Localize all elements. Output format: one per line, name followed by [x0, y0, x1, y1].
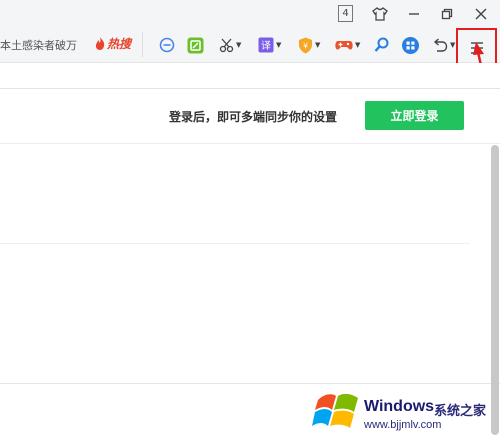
flame-icon [95, 37, 105, 50]
toolbar: 本土感染者破万 热搜 ▼ 译 ▼ ¥ ▼ ▼ ▼ [0, 28, 500, 63]
undo-icon[interactable]: ▼ [432, 36, 455, 54]
watermark-cn: 系统之家 [434, 404, 487, 419]
sync-bar: 登录后，即可多端同步你的设置 立即登录 [0, 88, 500, 144]
sync-message: 登录后，即可多端同步你的设置 [169, 110, 338, 124]
watermark-brand: Windows [364, 398, 435, 415]
login-button[interactable]: 立即登录 [365, 101, 464, 130]
watermark: Windows 系统之家 www.bjjmlv.com [308, 382, 500, 439]
shield-icon[interactable]: ¥ ▼ [298, 36, 320, 54]
tab-count-badge[interactable]: 4 [338, 5, 353, 22]
hot-label: 热搜 [107, 37, 132, 51]
minus-circle-icon[interactable] [159, 36, 175, 54]
screenshot-icon[interactable] [187, 36, 204, 54]
search-icon[interactable] [374, 36, 389, 54]
restore-icon[interactable] [437, 3, 457, 25]
scissors-icon[interactable]: ▼ [219, 36, 241, 54]
apps-icon[interactable] [402, 36, 419, 54]
hot-search-badge[interactable]: 热搜 [95, 35, 131, 52]
game-icon[interactable]: ▼ [335, 36, 360, 54]
minimize-icon[interactable] [404, 3, 424, 25]
windows-logo-icon [312, 393, 358, 428]
skin-shirt-icon[interactable] [370, 3, 390, 25]
close-icon[interactable] [471, 3, 491, 25]
svg-text:¥: ¥ [303, 41, 308, 50]
divider [0, 243, 470, 244]
hot-search-text[interactable]: 本土感染者破万 [0, 37, 77, 53]
translate-icon[interactable]: 译 ▼ [258, 36, 281, 54]
watermark-url: www.bjjmlv.com [364, 419, 442, 431]
title-bar: 4 [0, 0, 500, 28]
svg-text:译: 译 [261, 40, 271, 52]
